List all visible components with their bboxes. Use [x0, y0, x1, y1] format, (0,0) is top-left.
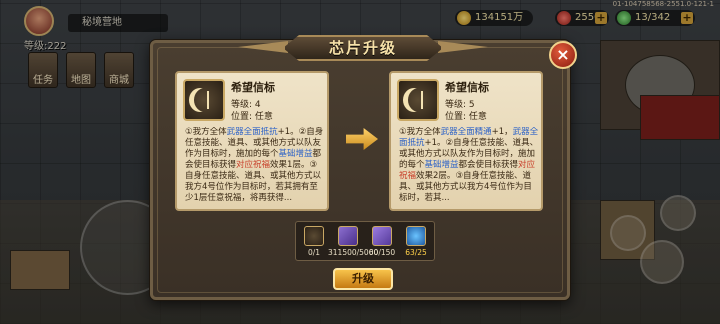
crescent-moon-icon: [397, 79, 439, 121]
blue-orb-icon: [406, 226, 426, 246]
chip-upgrade-dialog: 芯片升级 × 希望信标 等级: 4 位置: 任意 ①我方全体武器全面抵抗+1。②…: [150, 35, 577, 300]
dialog-title: 芯片升级: [283, 35, 443, 61]
chip-position: 位置: 任意: [445, 112, 487, 122]
description-segment: 对应祝福: [236, 160, 271, 170]
chip-icon: [304, 226, 324, 246]
description-segment: +1。: [424, 138, 446, 148]
purple-book-icon: [338, 226, 358, 246]
description-segment: ①我方全体: [399, 127, 441, 137]
material-item[interactable]: 0/1: [300, 226, 328, 260]
description-segment: 效果1层。: [270, 160, 310, 170]
material-item[interactable]: 63/25: [402, 226, 430, 260]
chip-name: 希望信标: [445, 81, 489, 94]
chip-card-current: 希望信标 等级: 4 位置: 任意 ①我方全体武器全面抵抗+1。②自身任意技能、…: [175, 71, 329, 211]
description-segment: +1。: [277, 127, 299, 137]
close-button[interactable]: ×: [549, 41, 577, 69]
description-segment: 武器全面精通: [440, 127, 492, 137]
chip-description: ①我方全体武器全面抵抗+1。②自身任意技能、道具、或其他方式以队友作为目标时，施…: [185, 127, 325, 209]
crescent-moon-icon: [183, 79, 225, 121]
upgrade-materials: 0/1 311500/5000 60/150 63/25: [295, 221, 435, 261]
chip-position: 位置: 任意: [231, 112, 273, 122]
material-item[interactable]: 60/150: [368, 226, 396, 260]
material-item[interactable]: 311500/5000: [328, 226, 378, 260]
description-segment: 基础增益: [424, 160, 459, 170]
description-segment: 都会使目标获得: [458, 160, 519, 170]
chip-name: 希望信标: [231, 81, 275, 94]
chip-card-next: 希望信标 等级: 5 位置: 任意 ①我方全体武器全面精通+1，武器全面抵抗+1…: [389, 71, 543, 211]
chip-description: ①我方全体武器全面精通+1，武器全面抵抗+1。②自身任意技能、道具、或其他方式以…: [399, 127, 539, 209]
material-count: 63/25: [405, 248, 427, 257]
description-segment: +1，: [491, 127, 513, 137]
arrow-right-icon: [346, 128, 378, 150]
description-segment: ①我方全体: [185, 127, 227, 137]
title-ornament: [438, 41, 488, 53]
upgrade-button[interactable]: 升级: [333, 268, 393, 290]
description-segment: 武器全面抵抗: [226, 127, 278, 137]
title-ornament: [238, 41, 288, 53]
description-segment: 基础增益: [278, 149, 313, 159]
description-segment: 效果2层。: [416, 171, 456, 181]
violet-book-icon: [372, 226, 392, 246]
